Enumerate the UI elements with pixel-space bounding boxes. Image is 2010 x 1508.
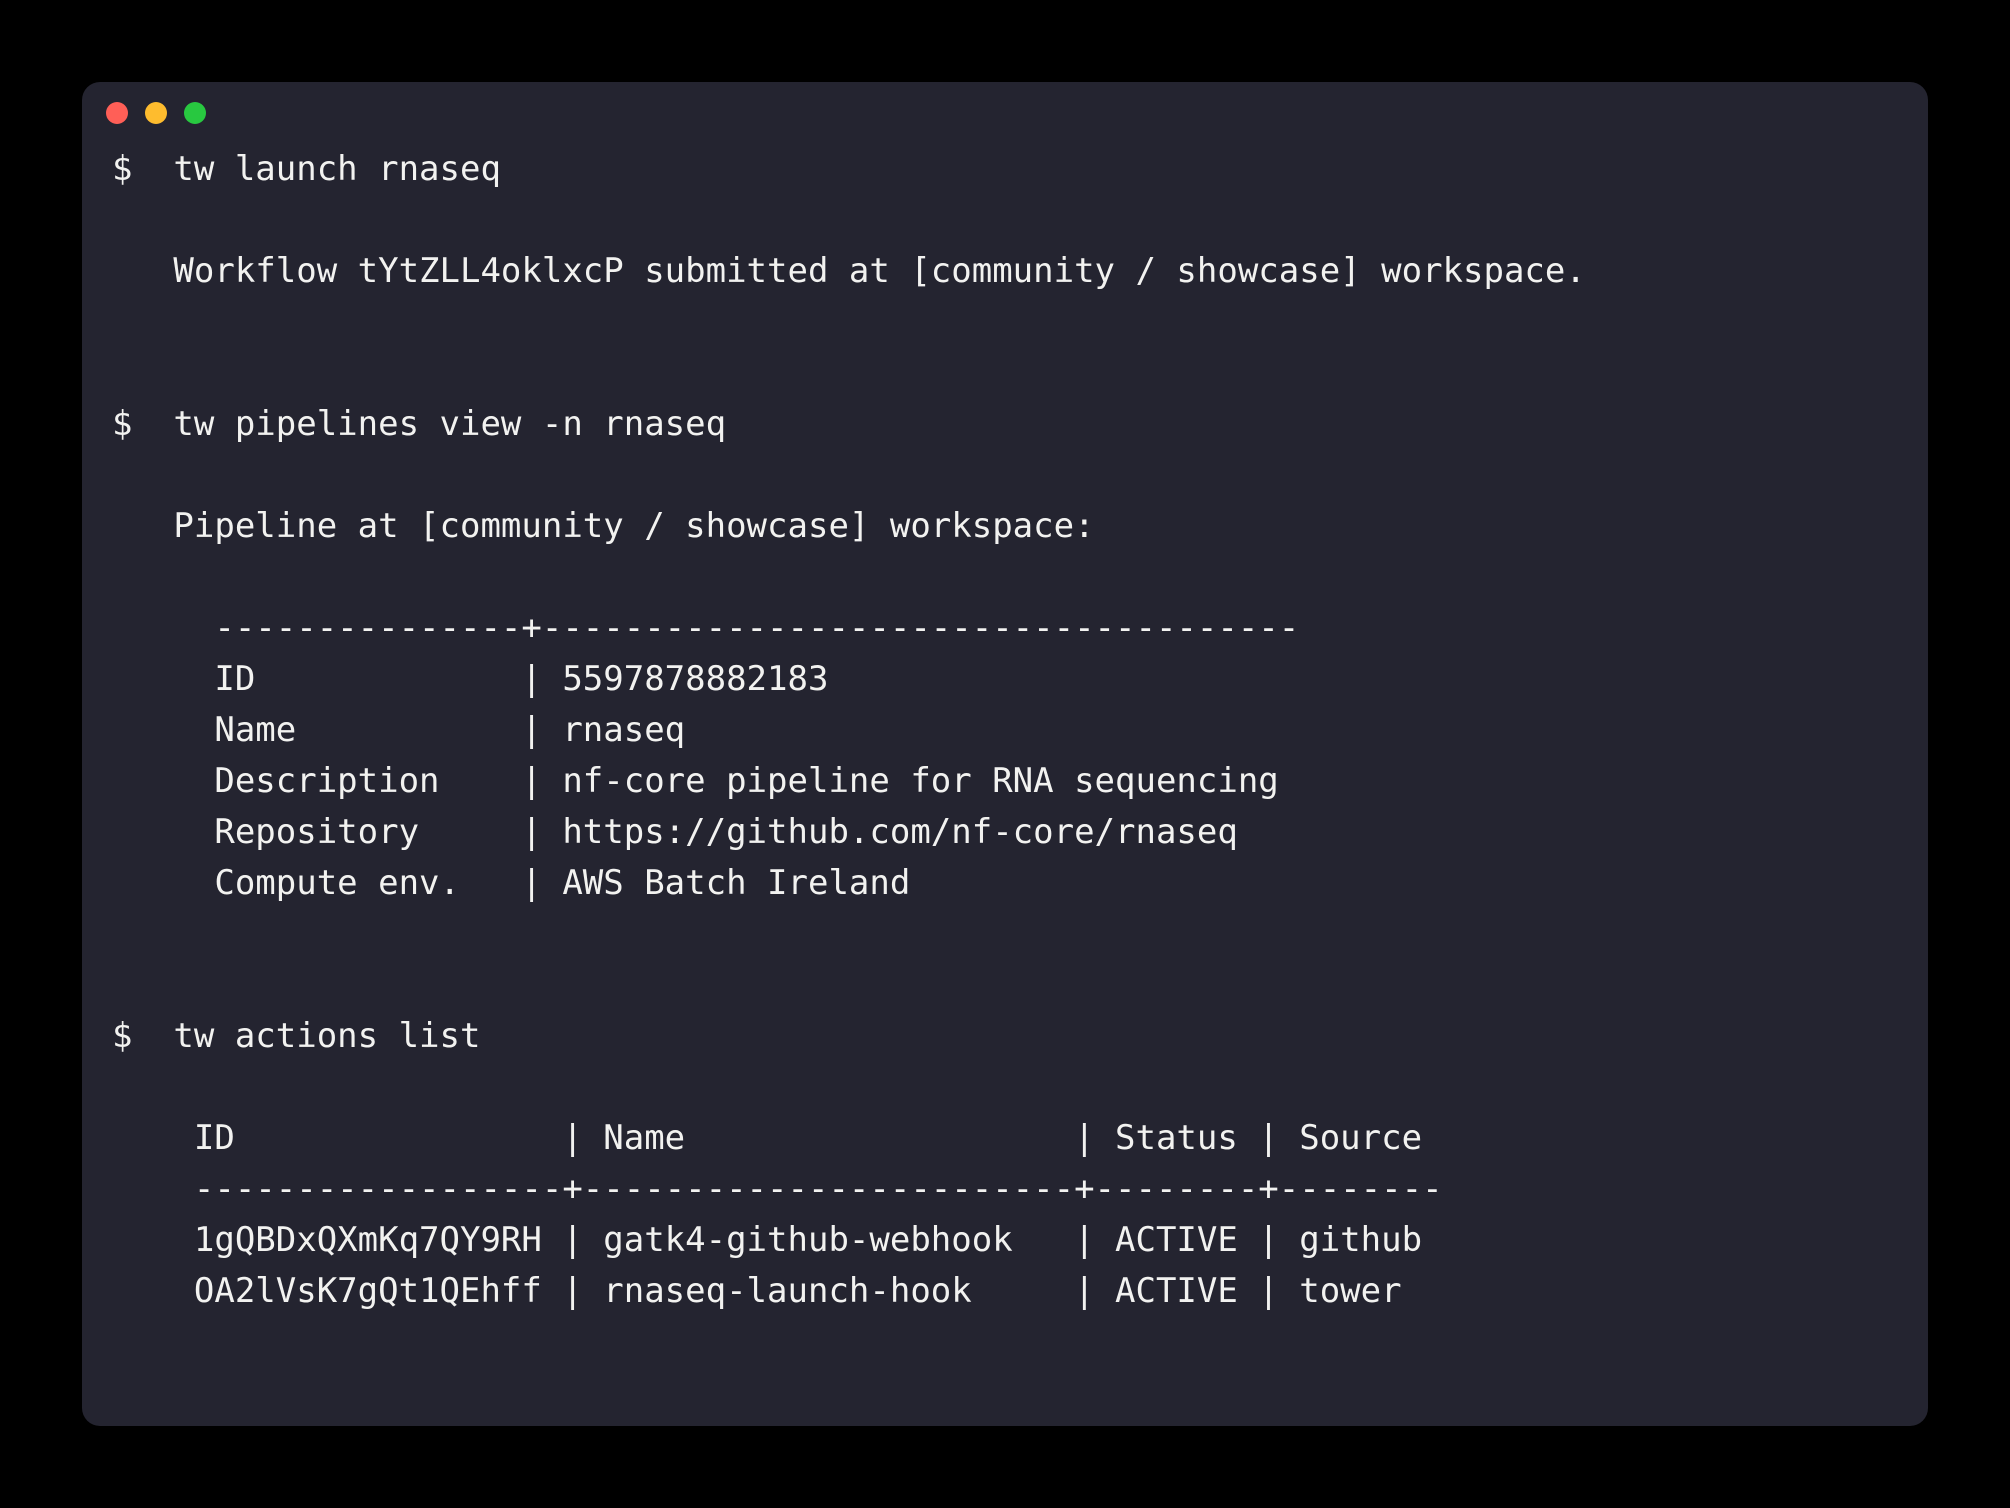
terminal-window: $ tw launch rnaseq Workflow tYtZLL4oklxc… [82,82,1928,1426]
terminal-titlebar [82,82,1928,144]
terminal-body[interactable]: $ tw launch rnaseq Workflow tYtZLL4oklxc… [82,144,1928,1426]
terminal-output: $ tw launch rnaseq Workflow tYtZLL4oklxc… [112,144,1898,1317]
maximize-button[interactable] [184,102,206,124]
close-button[interactable] [106,102,128,124]
minimize-button[interactable] [145,102,167,124]
screen-backdrop: $ tw launch rnaseq Workflow tYtZLL4oklxc… [0,0,2010,1508]
